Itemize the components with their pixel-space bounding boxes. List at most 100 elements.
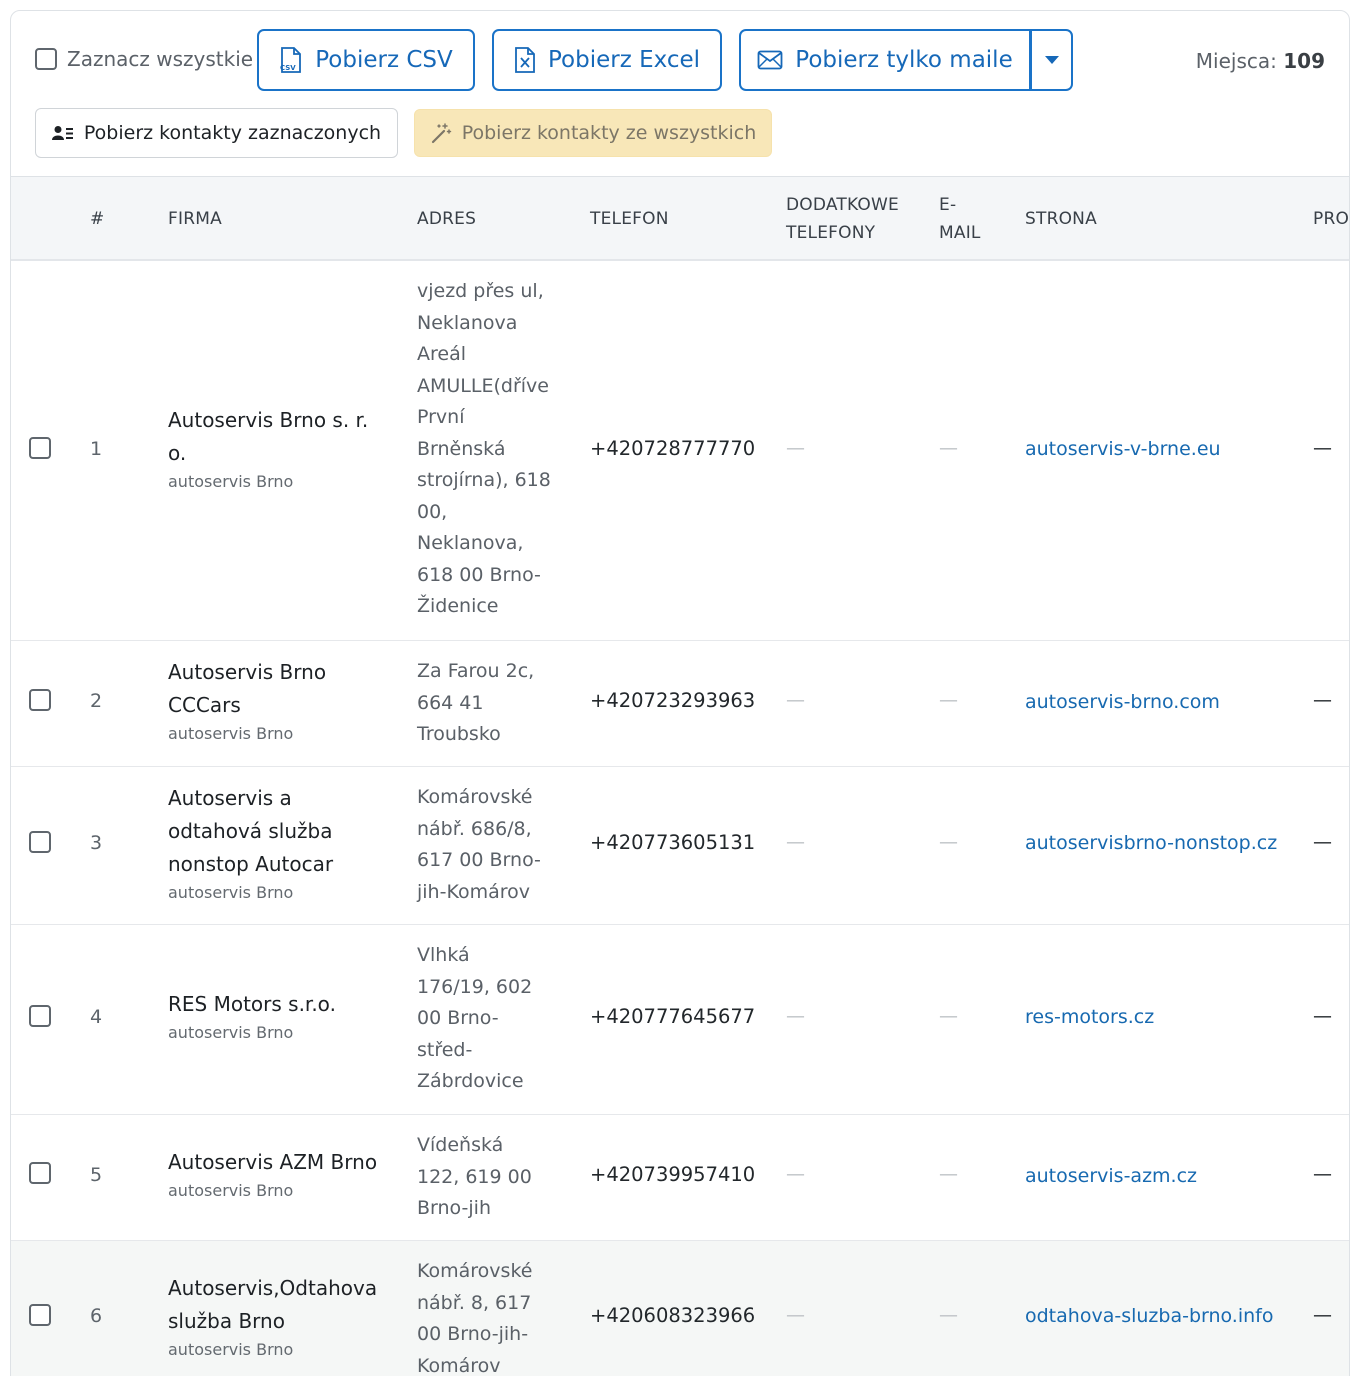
address-line: strojírna), 618 <box>417 469 551 491</box>
email-cell: — <box>939 831 958 853</box>
address-line: První <box>417 406 465 428</box>
address-line: Vlhká <box>417 944 470 966</box>
address-line: Brno-jih <box>417 1197 491 1219</box>
address-line: 00 Brno-jih- <box>417 1323 529 1345</box>
row-checkbox[interactable] <box>29 1005 51 1027</box>
seats-counter: Miejsca: 109 <box>1196 49 1325 73</box>
table-header: # FIRMA ADRES TELEFON DODATKOWE TELEFONY… <box>11 176 1349 261</box>
address-line: Zábrdovice <box>417 1070 524 1092</box>
address-line: 617 00 Brno- <box>417 849 541 871</box>
address-line: 176/19, 602 <box>417 975 533 998</box>
pro-cell: — <box>1313 1304 1332 1326</box>
email-cell: — <box>939 689 958 711</box>
phone-cell: +420777645677 <box>590 1005 756 1028</box>
site-link[interactable]: autoservis-v-brne.eu <box>1025 438 1221 460</box>
table-row: 1 Autoservis Brno s. r. o. autoservis Br… <box>11 262 1349 641</box>
seats-label: Miejsca: <box>1195 49 1277 73</box>
row-checkbox[interactable] <box>29 1162 51 1184</box>
firm-cell: RES Motors s.r.o. autoservis Brno <box>168 988 336 1045</box>
firm-cell: Autoservis Brno CCCars autoservis Brno <box>168 656 326 746</box>
download-selected-contacts-label: Pobierz kontakty zaznaczonych <box>83 122 382 144</box>
col-extra-phones[interactable]: DODATKOWE TELEFONY <box>786 191 899 247</box>
magic-wand-icon <box>431 123 451 144</box>
download-options-dropdown[interactable] <box>1030 29 1073 91</box>
firm-name-line: RES Motors s.r.o. <box>168 992 336 1016</box>
download-all-contacts-button[interactable]: Pobierz kontakty ze wszystkich <box>414 109 772 157</box>
firm-name-line: Autoservis Brno s. r. <box>168 408 369 432</box>
table-row: 4 RES Motors s.r.o. autoservis Brno Vlhk… <box>11 925 1349 1115</box>
address-line: Areál <box>417 343 467 365</box>
row-number: 6 <box>90 1305 103 1327</box>
download-selected-contacts-button[interactable]: Pobierz kontakty zaznaczonych <box>35 108 398 158</box>
address-line: 00, <box>417 500 448 523</box>
firm-category: autoservis Brno <box>168 883 294 902</box>
phone-cell: +420739957410 <box>590 1163 756 1186</box>
site-link[interactable]: autoservisbrno-nonstop.cz <box>1025 832 1277 854</box>
address-line: 618 00 Brno- <box>417 563 541 586</box>
firm-cell: Autoservis,Odtahova služba Brno autoserv… <box>168 1272 377 1362</box>
row-number: 3 <box>90 832 103 854</box>
firm-name-line: Autoservis AZM Brno <box>168 1150 378 1174</box>
download-excel-button[interactable]: Pobierz Excel <box>492 29 722 91</box>
firm-name-line: CCCars <box>168 693 241 717</box>
email-cell: — <box>939 1304 958 1326</box>
col-email[interactable]: E- MAIL <box>939 191 981 247</box>
site-link[interactable]: res-motors.cz <box>1025 1006 1154 1028</box>
row-checkbox[interactable] <box>29 1304 51 1326</box>
col-phone[interactable]: TELEFON <box>590 205 669 233</box>
phone-cell: +420728777770 <box>590 437 756 460</box>
extra-phones-cell: — <box>786 689 805 711</box>
row-checkbox[interactable] <box>29 689 51 711</box>
firm-category: autoservis Brno <box>168 472 294 491</box>
download-csv-button[interactable]: CSV Pobierz CSV <box>257 29 475 91</box>
extra-phones-cell: — <box>786 1005 805 1027</box>
extra-phones-cell: — <box>786 1163 805 1185</box>
col-address[interactable]: ADRES <box>417 205 476 233</box>
pro-cell: — <box>1313 831 1332 853</box>
pro-cell: — <box>1313 437 1332 459</box>
col-site[interactable]: STRONA <box>1025 205 1097 233</box>
col-pro[interactable]: PRO <box>1313 205 1349 233</box>
address-line: Neklanova, <box>417 532 524 554</box>
address-line: vjezd přes ul, <box>417 280 544 302</box>
firm-name-line: o. <box>168 441 187 465</box>
firm-cell: Autoservis a odtahová služba nonstop Aut… <box>168 782 333 905</box>
firm-name-line: Autoservis,Odtahova <box>168 1276 378 1300</box>
address-line: nábř. 8, 617 <box>417 1291 532 1314</box>
col-firm[interactable]: FIRMA <box>168 205 222 233</box>
firm-name-line: odtahová služba <box>168 819 333 843</box>
row-number: 2 <box>90 690 103 712</box>
site-link[interactable]: odtahova-sluzba-brno.info <box>1025 1305 1273 1327</box>
site-link[interactable]: autoservis-brno.com <box>1025 691 1220 713</box>
table-row: 2 Autoservis Brno CCCars autoservis Brno… <box>11 641 1349 767</box>
firm-name-line: Autoservis a <box>168 786 292 810</box>
download-emails-button[interactable]: Pobierz tylko maile <box>739 29 1031 91</box>
firm-name-line: služba Brno <box>168 1309 285 1333</box>
address-line: 00 Brno- <box>417 1007 499 1029</box>
download-emails-label: Pobierz tylko maile <box>795 47 1013 73</box>
col-email-line1: E- <box>939 195 957 215</box>
address-line: Za Farou 2c, <box>417 660 535 682</box>
table-row: 6 Autoservis,Odtahova služba Brno autose… <box>11 1241 1349 1376</box>
pro-cell: — <box>1313 689 1332 711</box>
address-line: 122, 619 00 <box>417 1165 532 1188</box>
phone-cell: +420723293963 <box>590 689 756 712</box>
col-extra-phones-line2: TELEFONY <box>786 223 876 243</box>
row-checkbox[interactable] <box>29 831 51 853</box>
phone-cell: +420773605131 <box>590 831 756 854</box>
caret-down-icon <box>1044 56 1059 64</box>
row-number: 1 <box>90 438 103 460</box>
address-line: Neklanova <box>417 311 518 334</box>
site-link[interactable]: autoservis-azm.cz <box>1025 1165 1197 1187</box>
address-cell: Komárovské nábř. 686/8, 617 00 Brno- jih… <box>417 782 567 908</box>
email-cell: — <box>939 1163 958 1185</box>
firm-category: autoservis Brno <box>168 724 294 743</box>
select-all-checkbox[interactable] <box>35 48 57 70</box>
firm-name-line: nonstop Autocar <box>168 852 334 876</box>
pro-cell: — <box>1313 1163 1332 1185</box>
row-checkbox[interactable] <box>29 437 51 459</box>
download-excel-label: Pobierz Excel <box>547 47 701 73</box>
select-all[interactable]: Zaznacz wszystkie <box>35 47 253 71</box>
firm-cell: Autoservis Brno s. r. o. autoservis Brno <box>168 404 368 494</box>
col-email-line2: MAIL <box>939 223 981 243</box>
